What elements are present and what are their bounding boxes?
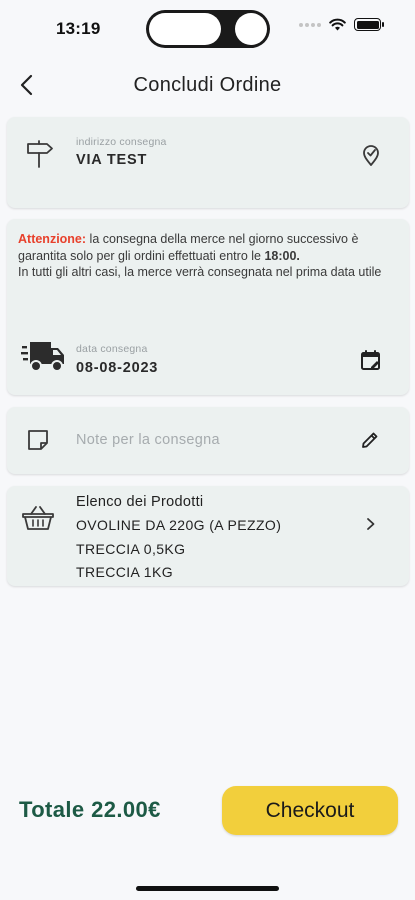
delivery-date-label: data consegna [76, 343, 148, 355]
header: Concludi Ordine [0, 62, 415, 108]
status-indicators [299, 18, 384, 31]
page-title: Concludi Ordine [133, 74, 282, 96]
product-item: TRECCIA 1KG [76, 564, 173, 580]
location-check-icon[interactable] [358, 143, 384, 169]
notice-time: 18:00. [264, 248, 300, 263]
pencil-icon[interactable] [359, 429, 381, 451]
address-value: VIA TEST [76, 152, 148, 168]
status-bar: 13:19 [0, 0, 415, 58]
products-card[interactable]: Elenco dei Prodotti OVOLINE DA 220G (A P… [7, 486, 409, 586]
wifi-icon [329, 18, 346, 31]
product-item: OVOLINE DA 220G (A PEZZO) [76, 517, 282, 533]
address-label: indirizzo consegna [76, 136, 167, 148]
home-indicator[interactable] [136, 886, 279, 891]
notice-line2: In tutti gli altri casi, la merce verrà … [18, 265, 382, 279]
delivery-card: Attenzione: la consegna della merce nel … [7, 219, 409, 395]
warning-prefix: Attenzione: [18, 232, 87, 246]
battery-icon [354, 18, 384, 31]
notes-input[interactable]: Note per la consegna [76, 432, 220, 448]
delivery-truck-icon [21, 336, 67, 376]
basket-icon [21, 503, 55, 533]
address-card[interactable]: indirizzo consegna VIA TEST [7, 117, 409, 208]
status-time: 13:19 [56, 19, 101, 38]
signal-icon [299, 22, 321, 27]
sticky-note-icon [25, 427, 51, 453]
dynamic-island [146, 10, 270, 48]
products-title: Elenco dei Prodotti [76, 494, 204, 510]
delivery-date-value: 08-08-2023 [76, 360, 159, 376]
notes-card[interactable]: Note per la consegna [7, 407, 409, 474]
checkout-button[interactable]: Checkout [222, 786, 398, 835]
signpost-icon [25, 139, 55, 169]
delivery-notice: Attenzione: la consegna della merce nel … [18, 231, 400, 281]
order-total: Totale 22.00€ [19, 797, 161, 822]
chevron-right-icon[interactable] [364, 515, 378, 533]
calendar-edit-icon[interactable] [359, 348, 383, 372]
product-item: TRECCIA 0,5KG [76, 541, 186, 557]
